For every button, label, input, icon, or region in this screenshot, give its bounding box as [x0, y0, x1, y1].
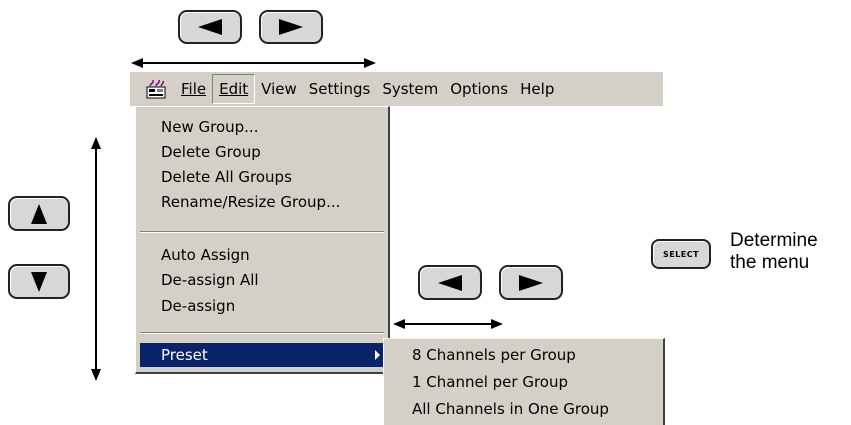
left-key-submenu[interactable]	[418, 265, 482, 300]
submenu-item-1-channel[interactable]: 1 Channel per Group	[412, 370, 568, 394]
up-triangle-icon	[31, 203, 47, 224]
menu-item-auto-assign[interactable]: Auto Assign	[161, 244, 250, 266]
menu-system[interactable]: System	[376, 75, 444, 103]
vertical-double-arrow	[91, 137, 101, 381]
caption-line-1: Determine	[730, 230, 818, 251]
select-key[interactable]: SELECT	[651, 239, 711, 269]
right-triangle-icon	[519, 274, 543, 291]
menu-separator	[140, 231, 384, 233]
menu-options-label: Options	[450, 80, 509, 98]
menu-item-new-group[interactable]: New Group...	[161, 116, 258, 138]
edit-dropdown-menu: New Group... Delete Group Delete All Gro…	[135, 106, 390, 374]
instrument-app-icon	[146, 79, 166, 99]
menu-item-delete-group[interactable]: Delete Group	[161, 141, 261, 163]
menu-edit[interactable]: Edit	[212, 74, 256, 104]
submenu-item-all-channels[interactable]: All Channels in One Group	[412, 397, 609, 421]
menu-bar: File Edit View Settings System Options H…	[130, 72, 663, 106]
menu-help[interactable]: Help	[514, 75, 560, 103]
menu-file[interactable]: File	[175, 75, 212, 103]
menu-item-delete-all-groups[interactable]: Delete All Groups	[161, 166, 292, 188]
menu-settings[interactable]: Settings	[303, 75, 377, 103]
right-key-top[interactable]	[259, 10, 323, 44]
menu-options[interactable]: Options	[444, 75, 514, 103]
left-key-top[interactable]	[178, 10, 242, 44]
select-key-label: SELECT	[662, 249, 700, 259]
menu-separator	[140, 332, 384, 334]
left-triangle-icon	[198, 19, 222, 35]
right-key-submenu[interactable]	[499, 265, 563, 300]
preset-submenu: 8 Channels per Group 1 Channel per Group…	[383, 338, 665, 425]
menu-edit-label: Edit	[219, 80, 249, 98]
submenu-arrow-icon	[375, 350, 380, 360]
menu-view-label: View	[261, 80, 297, 98]
horizontal-double-arrow-top	[131, 58, 376, 68]
caption: Determine the menu	[730, 230, 818, 274]
menu-help-label: Help	[520, 80, 555, 98]
right-triangle-icon	[279, 19, 303, 35]
down-key[interactable]	[8, 264, 70, 299]
caption-line-2: the menu	[730, 252, 810, 273]
menu-item-de-assign[interactable]: De-assign	[161, 295, 235, 317]
menu-file-label: File	[181, 80, 207, 98]
submenu-item-8-channels[interactable]: 8 Channels per Group	[412, 343, 576, 367]
menu-settings-label: Settings	[308, 80, 371, 98]
horizontal-double-arrow-submenu	[393, 319, 503, 329]
menu-system-label: System	[382, 80, 439, 98]
menu-item-preset[interactable]: Preset	[161, 344, 208, 366]
menu-view[interactable]: View	[255, 75, 303, 103]
menu-item-rename-resize-group[interactable]: Rename/Resize Group...	[161, 191, 340, 213]
up-key[interactable]	[8, 196, 70, 231]
down-triangle-icon	[31, 271, 47, 292]
left-triangle-icon	[438, 274, 462, 291]
menu-item-de-assign-all[interactable]: De-assign All	[161, 269, 259, 291]
